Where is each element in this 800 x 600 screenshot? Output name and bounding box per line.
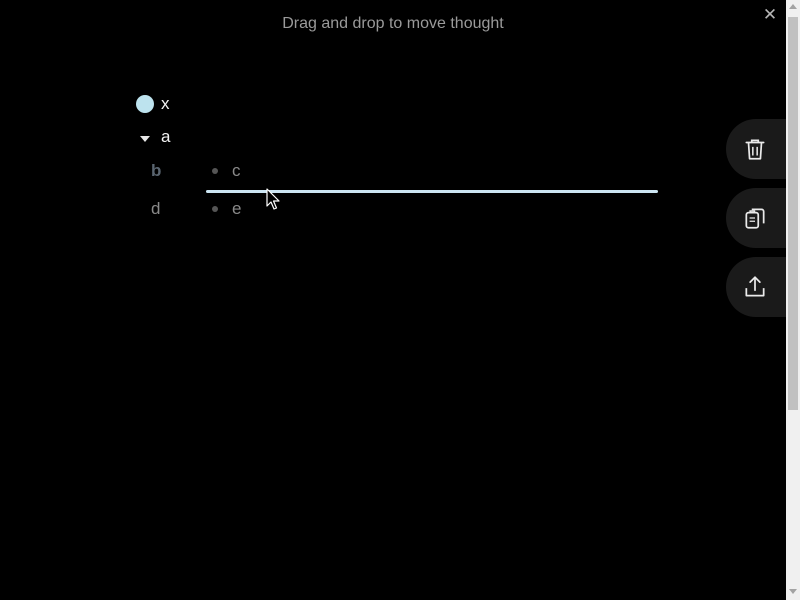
thought-c[interactable]: c [212,159,241,183]
thought-b[interactable]: b [151,159,161,183]
mouse-cursor-icon [266,188,280,210]
scrollbar-thumb[interactable] [788,17,798,410]
trash-icon [745,139,765,160]
share-icon [745,276,765,297]
thought-d[interactable]: d [151,197,160,221]
thought-a[interactable]: a [140,125,170,149]
bullet-icon[interactable] [212,206,218,212]
bullet-icon[interactable] [136,95,154,113]
vertical-scrollbar[interactable] [786,0,800,600]
scroll-up-arrow-icon[interactable] [789,4,797,9]
close-button[interactable]: ✕ [760,5,780,25]
app-root: Drag and drop to move thought ✕ x a b c … [0,0,800,600]
scroll-down-arrow-icon[interactable] [789,589,797,594]
thought-label[interactable]: d [151,199,160,219]
thought-label[interactable]: c [232,161,241,181]
thought-label[interactable]: b [151,161,161,181]
copy-clipboard-icon [745,208,765,229]
thought-label[interactable]: e [232,199,241,219]
caret-down-icon[interactable] [140,135,150,142]
bullet-icon[interactable] [212,168,218,174]
thought-label[interactable]: x [161,94,170,114]
thought-label[interactable]: a [161,127,170,147]
thought-x[interactable]: x [136,92,170,116]
thought-e[interactable]: e [212,197,241,221]
drag-hint-text: Drag and drop to move thought [282,15,504,32]
